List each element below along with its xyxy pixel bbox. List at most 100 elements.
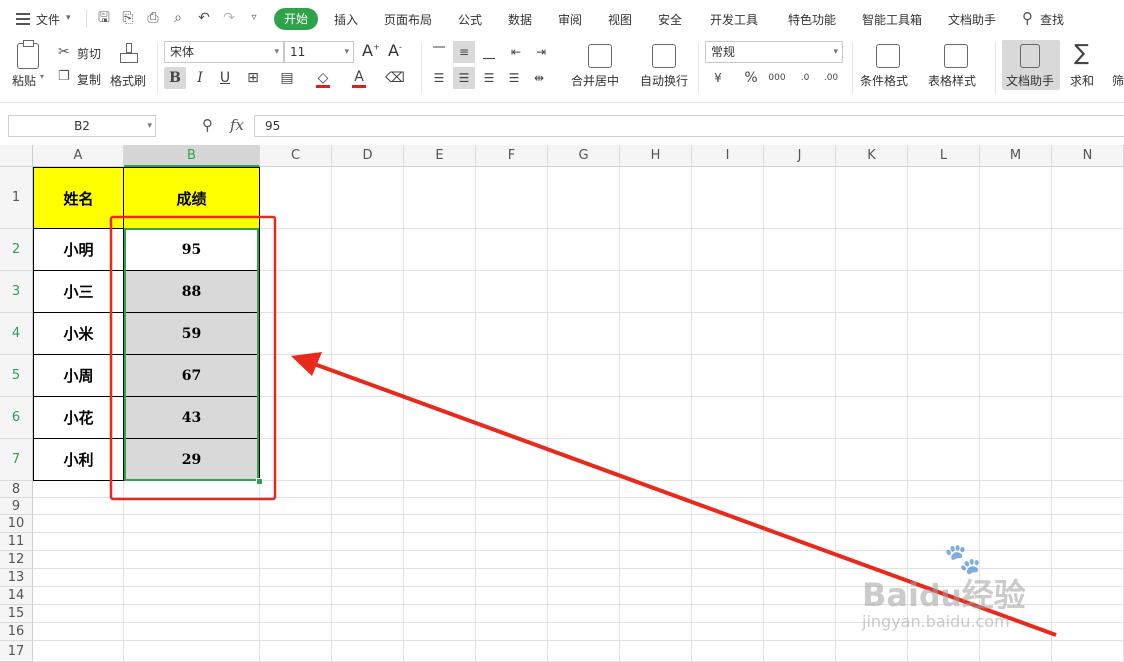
italic-button[interactable]: I [189,67,211,89]
sum-icon[interactable]: ∑ [1074,41,1089,66]
percent-button[interactable]: % [740,67,762,89]
column-header[interactable]: J [764,145,836,167]
zoom-search-icon[interactable]: ⚲ [202,116,213,134]
decrease-decimal-icon[interactable]: .00 [820,67,842,89]
column-header[interactable]: N [1052,145,1124,167]
underline-button[interactable]: U [214,67,236,89]
row-header[interactable]: 4 [0,313,33,355]
doc-assistant-button[interactable]: 文档助手 [1002,40,1060,90]
thousands-separator-button[interactable]: 000 [766,67,788,89]
row-header[interactable]: 10 [0,515,33,533]
select-all-corner[interactable] [0,145,33,167]
table-style-icon[interactable] [944,44,968,68]
sum-button[interactable]: 求和 [1070,72,1094,89]
column-header[interactable]: I [692,145,764,167]
increase-font-icon[interactable]: A+ [362,41,380,60]
row-header[interactable]: 8 [0,481,33,498]
row-header[interactable]: 1 [0,167,33,229]
tab-doc-assistant[interactable]: 文档助手 [948,11,996,29]
fx-icon[interactable]: fx [230,116,244,134]
table-cell-name[interactable]: 小利 [33,439,124,481]
font-size-select[interactable]: 11 ▾ [284,41,354,63]
currency-icon[interactable]: ¥ [707,67,729,89]
copy-button[interactable]: 复制 [77,71,101,88]
tab-review[interactable]: 审阅 [558,11,582,29]
tab-security[interactable]: 安全 [658,11,682,29]
row-header[interactable]: 3 [0,271,33,313]
row-header[interactable]: 14 [0,587,33,605]
table-cell-name[interactable]: 小花 [33,397,124,439]
align-bottom-icon[interactable]: ⎽ [478,41,500,63]
column-header[interactable]: C [260,145,332,167]
increase-indent-icon[interactable]: ⇥ [530,41,552,63]
align-right-icon[interactable]: ☰ [478,67,500,89]
wrap-text-button[interactable]: 自动换行 [640,72,688,89]
format-painter-icon[interactable] [118,43,140,65]
row-header[interactable]: 7 [0,439,33,481]
bold-button[interactable]: B [164,67,186,89]
row-header[interactable]: 17 [0,641,33,662]
row-header[interactable]: 11 [0,533,33,551]
column-header[interactable]: K [836,145,908,167]
spreadsheet-grid[interactable]: A B C D E F G H I J K L M N 1 2 3 4 5 6 7 8 9 10 11 12 13 14 15 16 17 姓… [0,145,1124,662]
customize-icon[interactable]: ▿ [246,10,262,26]
tab-view[interactable]: 视图 [608,11,632,29]
column-header[interactable]: B [124,145,260,167]
search-label[interactable]: 查找 [1040,11,1064,29]
align-center-icon[interactable]: ☰ [453,67,475,89]
number-format-select[interactable]: 常规 ▾ [705,41,843,63]
fill-handle[interactable] [256,478,263,485]
merge-center-button[interactable]: 合并居中 [571,72,619,89]
font-name-select[interactable]: 宋体 ▾ [164,41,284,63]
table-cell-name[interactable]: 小三 [33,271,124,313]
conditional-format-icon[interactable] [876,44,900,68]
table-style-button[interactable]: 表格样式 [928,72,976,89]
tab-formula[interactable]: 公式 [458,11,482,29]
borders-icon[interactable]: ⊞ [242,67,264,89]
cut-button[interactable]: 剪切 [77,45,101,62]
save-icon[interactable]: 🖫 [96,10,112,26]
conditional-format-button[interactable]: 条件格式 [860,72,908,89]
tab-special-features[interactable]: 特色功能 [788,11,836,29]
column-header[interactable]: F [476,145,548,167]
column-header[interactable]: D [332,145,404,167]
format-painter-button[interactable]: 格式刷 [110,72,146,89]
row-header[interactable]: 9 [0,498,33,515]
clear-format-icon[interactable]: ⌫ [384,67,406,89]
hamburger-icon[interactable] [16,13,30,25]
table-header-cell[interactable]: 姓名 [33,167,124,229]
formula-input[interactable]: 95 [254,115,1124,137]
decrease-font-icon[interactable]: A- [388,41,402,60]
column-header[interactable]: E [404,145,476,167]
filter-button-partial[interactable]: 筛 [1112,72,1124,89]
align-left-icon[interactable]: ☰ [428,67,450,89]
tab-developer[interactable]: 开发工具 [710,11,758,29]
search-icon[interactable]: ⚲ [1022,9,1033,27]
decrease-indent-icon[interactable]: ⇤ [505,41,527,63]
column-header[interactable]: H [620,145,692,167]
tab-start[interactable]: 开始 [274,8,318,30]
scissors-icon[interactable]: ✂ [58,44,70,60]
row-header[interactable]: 13 [0,569,33,587]
row-header[interactable]: 5 [0,355,33,397]
print-icon[interactable]: ⎙ [145,10,161,26]
tab-page-layout[interactable]: 页面布局 [384,11,432,29]
align-middle-icon[interactable]: ≡ [453,41,475,63]
redo-icon[interactable]: ↷ [221,10,237,26]
name-box[interactable]: B2 ▾ [8,115,156,137]
paste-icon[interactable] [17,40,39,69]
row-header[interactable]: 6 [0,397,33,439]
align-top-icon[interactable]: ⎺ [428,41,450,63]
row-header[interactable]: 16 [0,623,33,641]
menu-file[interactable]: 文件 [36,11,60,29]
paste-button[interactable]: 粘贴 [12,72,36,89]
row-header[interactable]: 15 [0,605,33,623]
merge-center-icon[interactable] [588,44,612,68]
justify-icon[interactable]: ☰ [503,67,525,89]
table-cell-name[interactable]: 小明 [33,229,124,271]
table-cell-name[interactable]: 小周 [33,355,124,397]
tab-smart-toolbox[interactable]: 智能工具箱 [862,11,922,29]
output-pdf-icon[interactable]: ⎘ [120,10,136,26]
wrap-text-icon[interactable] [652,44,676,68]
chevron-down-icon[interactable]: ▾ [40,72,44,81]
